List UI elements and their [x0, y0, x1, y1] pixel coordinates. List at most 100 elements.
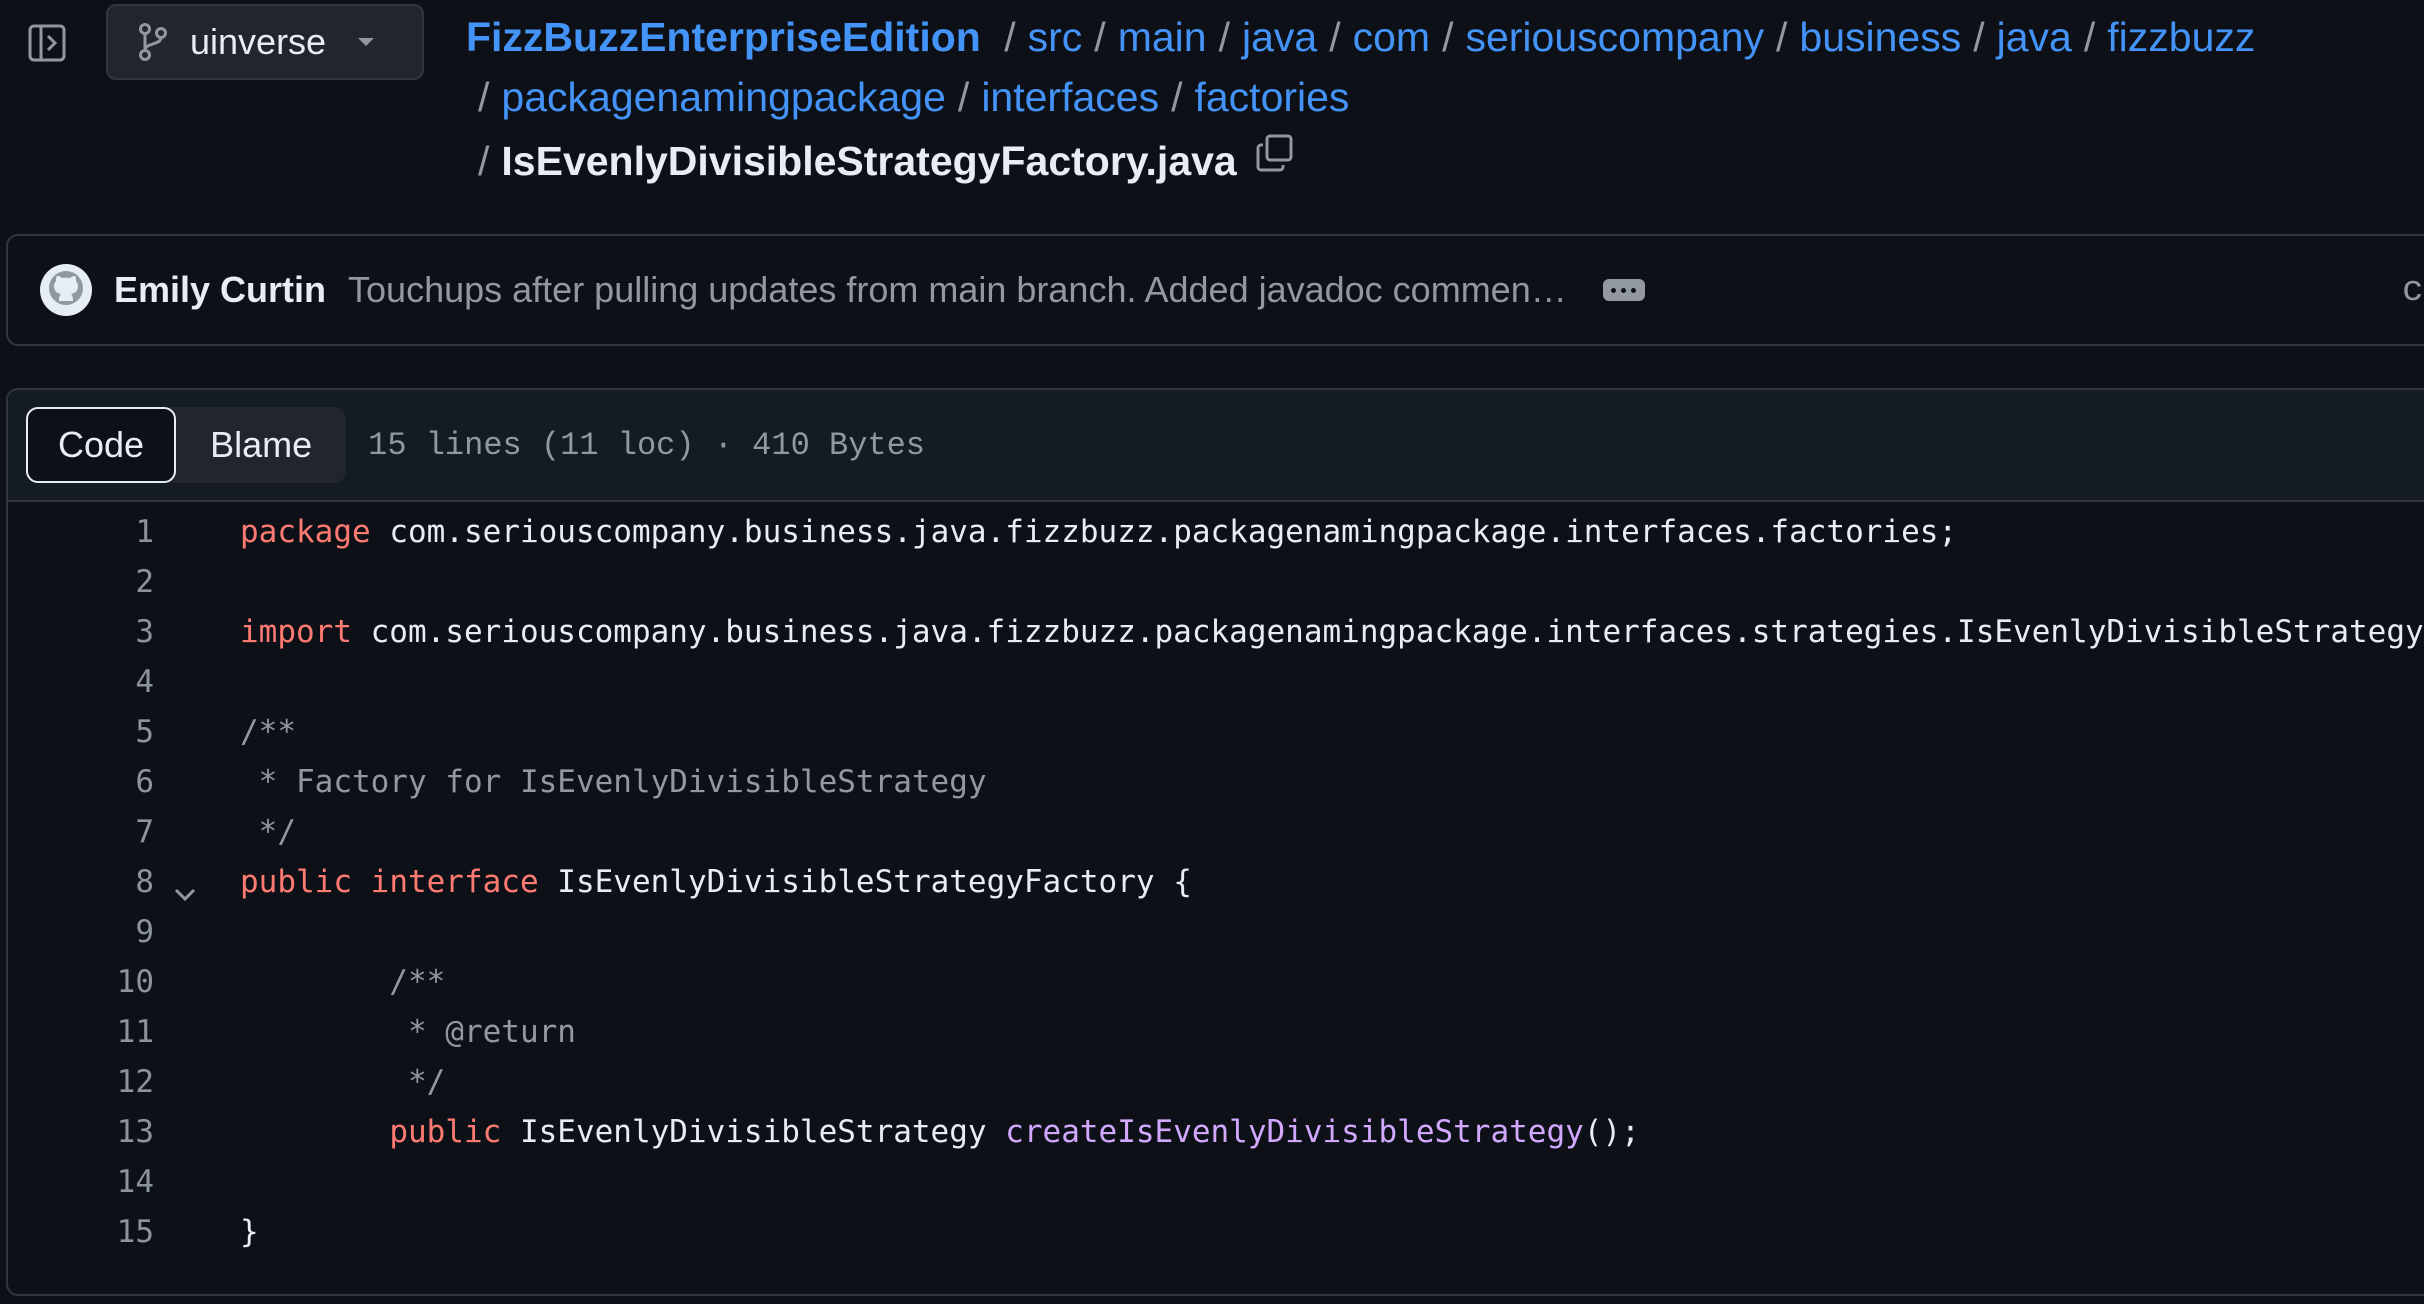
code-text: * Factory for IsEvenlyDivisibleStrategy	[240, 764, 987, 800]
breadcrumb-link[interactable]: main	[1118, 14, 1207, 60]
code-comment: /**	[240, 964, 446, 1000]
breadcrumb-line: FizzBuzzEnterpriseEdition / src / main / java…	[466, 6, 2406, 68]
fold-chevron-down-icon[interactable]	[174, 874, 196, 910]
code-line: 3 import com.seriouscompany.business.java…	[8, 606, 2424, 656]
code-plain: IsEvenlyDivisibleStrategyFactory {	[538, 864, 1192, 900]
code-comment: * Factory for IsEvenlyDivisibleStrategy	[240, 764, 987, 800]
code-text: */	[240, 1064, 445, 1100]
breadcrumb-link[interactable]: seriouscompany	[1465, 14, 1764, 60]
breadcrumb-separator: /	[1171, 74, 1183, 120]
file-viewer: Code Blame 15 lines (11 loc) · 410 Bytes…	[6, 388, 2424, 1296]
breadcrumb-line: / packagenamingpackage / interfaces / factori…	[466, 66, 2406, 128]
ellipsis-dot	[1631, 287, 1637, 293]
code-plain: IsEvenlyDivisibleStrategy	[501, 1114, 1006, 1150]
code-view: 1 package com.seriouscompany.business.jav…	[8, 502, 2424, 1256]
ellipsis-dot	[1611, 287, 1617, 293]
code-text: */	[240, 814, 296, 850]
line-number[interactable]: 14	[117, 1164, 154, 1200]
line-number[interactable]: 11	[117, 1014, 154, 1050]
ellipsis-dot	[1621, 287, 1627, 293]
avatar[interactable]	[40, 264, 92, 316]
code-line: 5 /**	[8, 706, 2424, 756]
code-text: /**	[240, 964, 445, 1000]
breadcrumb-separator: /	[1442, 14, 1454, 60]
code-line: 6 * Factory for IsEvenlyDivisibleStrateg…	[8, 756, 2424, 806]
breadcrumb-link[interactable]: java	[1242, 14, 1317, 60]
line-number[interactable]: 4	[135, 664, 154, 700]
expand-commit-message-button[interactable]	[1602, 279, 1645, 301]
latest-commit-bar: Emily Curtin Touchups after pulling upda…	[6, 234, 2424, 346]
code-line: 4	[8, 656, 2424, 706]
line-number[interactable]: 2	[135, 564, 154, 600]
file-name: IsEvenlyDivisibleStrategyFactory.java	[501, 138, 1237, 184]
breadcrumb-link[interactable]: business	[1799, 14, 1961, 60]
line-number[interactable]: 8	[135, 864, 154, 900]
code-text: public interface IsEvenlyDivisibleStrate…	[240, 864, 1192, 900]
code-text: /**	[240, 714, 296, 750]
breadcrumb: FizzBuzzEnterpriseEdition / src / main / java…	[466, 6, 2406, 192]
commit-message[interactable]: Touchups after pulling updates from main…	[348, 269, 1567, 311]
code-line: 8 public interface IsEvenlyDivisibleStrat…	[8, 856, 2424, 906]
breadcrumb-link[interactable]: java	[1997, 14, 2072, 60]
breadcrumb-separator: /	[1329, 14, 1341, 60]
sidebar-expand-icon	[27, 23, 67, 68]
tab-blame[interactable]: Blame	[176, 407, 346, 483]
line-number[interactable]: 10	[117, 964, 154, 1000]
code-keyword: public	[240, 864, 352, 900]
sidebar-toggle-button[interactable]	[22, 20, 72, 70]
breadcrumb-line: / IsEvenlyDivisibleStrategyFactory.java	[466, 130, 2406, 192]
line-number[interactable]: 3	[135, 614, 154, 650]
breadcrumb-link[interactable]: fizzbuzz	[2107, 14, 2255, 60]
code-text: }	[240, 1214, 259, 1250]
file-meta: 15 lines (11 loc) · 410 Bytes	[368, 426, 925, 464]
code-plain	[240, 1114, 389, 1150]
breadcrumb-link[interactable]: packagenamingpackage	[501, 74, 946, 120]
line-number[interactable]: 15	[117, 1214, 154, 1250]
code-line: 10 /**	[8, 956, 2424, 1006]
copy-path-icon[interactable]	[1255, 128, 1295, 190]
breadcrumb-link[interactable]: factories	[1194, 74, 1349, 120]
commit-author[interactable]: Emily Curtin	[114, 269, 326, 311]
line-number[interactable]: 7	[135, 814, 154, 850]
breadcrumb-repo-link[interactable]: FizzBuzzEnterpriseEdition	[466, 14, 981, 60]
code-line: 15}	[8, 1206, 2424, 1256]
breadcrumb-separator: /	[1973, 14, 1985, 60]
view-mode-toggle: Code Blame	[26, 407, 347, 483]
code-keyword: public	[389, 1114, 502, 1150]
code-comment: */	[240, 1064, 446, 1100]
code-line: 12 */	[8, 1056, 2424, 1106]
breadcrumb-separator: /	[2083, 14, 2096, 60]
code-text: package com.seriouscompany.business.java…	[240, 514, 1957, 550]
line-number[interactable]: 6	[135, 764, 154, 800]
breadcrumb-link[interactable]: com	[1353, 14, 1430, 60]
code-plain: ();	[1583, 1114, 1640, 1150]
line-number[interactable]: 13	[117, 1114, 154, 1150]
tab-code[interactable]: Code	[26, 407, 177, 483]
line-number[interactable]: 5	[135, 714, 154, 750]
code-plain	[352, 864, 371, 900]
breadcrumb-link[interactable]: interfaces	[981, 74, 1159, 120]
code-line: 1 package com.seriouscompany.business.jav…	[8, 506, 2424, 556]
branch-selector-button[interactable]: uinverse	[106, 4, 424, 80]
line-number[interactable]: 9	[135, 914, 154, 950]
file-header: Code Blame 15 lines (11 loc) · 410 Bytes	[8, 390, 2424, 502]
code-text: public IsEvenlyDivisibleStrategy createI…	[240, 1114, 1640, 1150]
code-line: 7 */	[8, 806, 2424, 856]
github-octocat-icon	[46, 268, 86, 313]
code-line: 14	[8, 1156, 2424, 1206]
code-plain: com.seriouscompany.business.java.fizzbuz…	[370, 514, 1958, 550]
line-number[interactable]: 1	[135, 514, 154, 550]
code-text: import com.seriouscompany.business.java.…	[240, 614, 2424, 650]
code-plain: }	[240, 1214, 259, 1250]
commit-sha-link[interactable]: c6	[2402, 270, 2424, 311]
code-comment: * @return	[240, 1014, 576, 1050]
breadcrumb-separator: /	[478, 138, 490, 184]
breadcrumb-separator: /	[1218, 14, 1230, 60]
code-plain: com.seriouscompany.business.java.fizzbuz…	[351, 614, 2424, 650]
code-keyword: import	[240, 614, 352, 650]
code-line: 2	[8, 556, 2424, 606]
code-keyword: package	[240, 514, 371, 550]
code-line: 13 public IsEvenlyDivisibleStrategy crea…	[8, 1106, 2424, 1156]
line-number[interactable]: 12	[117, 1064, 154, 1100]
breadcrumb-link[interactable]: src	[1028, 14, 1083, 60]
